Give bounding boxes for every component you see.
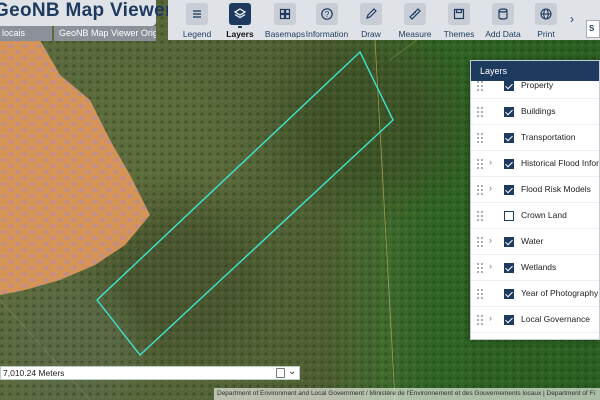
layer-name: Flood Risk Models	[521, 184, 591, 194]
layer-checkbox[interactable]	[504, 81, 514, 91]
grid-icon	[274, 3, 296, 25]
layer-checkbox[interactable]	[504, 237, 514, 247]
draw-label: Draw	[361, 29, 381, 39]
layer-name: Water	[521, 236, 544, 246]
layer-checkbox[interactable]	[504, 211, 514, 221]
drag-handle-icon[interactable]	[477, 315, 483, 325]
subtab-locais[interactable]: locais	[0, 26, 52, 41]
layers-button[interactable]: Layers	[215, 0, 265, 40]
information-button[interactable]: ? Information	[302, 0, 352, 40]
layer-row[interactable]: Buildings	[471, 99, 599, 125]
expand-chevron-icon[interactable]: ›	[489, 157, 492, 167]
expand-chevron-icon[interactable]: ›	[489, 261, 492, 271]
drag-handle-icon[interactable]	[477, 211, 483, 221]
pen-icon	[360, 3, 382, 25]
copy-icon[interactable]	[276, 368, 285, 378]
drag-handle-icon[interactable]	[477, 185, 483, 195]
title-bar: GeoNB Map Viewer	[0, 0, 172, 26]
measure-label: Measure	[398, 29, 432, 39]
ruler-icon	[404, 3, 426, 25]
question-icon: ?	[316, 3, 338, 25]
layer-checkbox[interactable]	[504, 159, 514, 169]
layer-name: Crown Land	[521, 210, 567, 220]
themes-button[interactable]: Themes	[434, 0, 484, 40]
drag-handle-icon[interactable]	[477, 107, 483, 117]
layer-row[interactable]: › Local Governance	[471, 307, 599, 333]
list-icon	[186, 3, 208, 25]
svg-text:?: ?	[325, 10, 330, 19]
main-toolbar: Legend Layers Basemaps ? Information Dra…	[168, 0, 600, 40]
layer-row[interactable]: › Wetlands	[471, 255, 599, 281]
layers-panel: Layers Property Buildings Transportation › H…	[470, 60, 600, 340]
layer-row[interactable]: › Water	[471, 229, 599, 255]
layer-checkbox[interactable]	[504, 185, 514, 195]
subtab-original-viewer[interactable]: GeoNB Map Viewer Original	[54, 26, 156, 41]
drag-handle-icon[interactable]	[477, 81, 483, 91]
layer-checkbox[interactable]	[504, 263, 514, 273]
database-icon	[492, 3, 514, 25]
layer-row[interactable]: Property	[471, 73, 599, 99]
layers-icon	[229, 3, 251, 25]
layer-name: Historical Flood Informa	[521, 158, 599, 168]
layer-checkbox[interactable]	[504, 133, 514, 143]
layer-name: Transportation	[521, 132, 576, 142]
print-button[interactable]: Print	[521, 0, 571, 40]
information-label: Information	[305, 29, 349, 39]
scale-bar: 7,010.24 Meters ⌄	[0, 366, 300, 380]
chevron-right-icon[interactable]: ›	[570, 12, 582, 26]
drag-handle-icon[interactable]	[477, 237, 483, 247]
layer-checkbox[interactable]	[504, 289, 514, 299]
layer-name: Local Governance	[521, 314, 590, 324]
draw-button[interactable]: Draw	[346, 0, 396, 40]
layer-row[interactable]: › Historical Flood Informa	[471, 151, 599, 177]
drag-handle-icon[interactable]	[477, 159, 483, 169]
layers-label: Layers	[226, 29, 254, 39]
layer-checkbox[interactable]	[504, 315, 514, 325]
layer-name: Year of Photography	[521, 288, 599, 298]
globe-icon	[535, 3, 557, 25]
layer-name: Property	[521, 80, 554, 90]
save-icon	[448, 3, 470, 25]
layer-name: Buildings	[521, 106, 556, 116]
layer-checkbox[interactable]	[504, 107, 514, 117]
chevron-down-icon[interactable]: ⌄	[288, 366, 296, 377]
drag-handle-icon[interactable]	[477, 133, 483, 143]
measure-button[interactable]: Measure	[390, 0, 440, 40]
scale-text: 7,010.24 Meters	[3, 368, 65, 378]
sub-tabs: locais GeoNB Map Viewer Original	[0, 26, 156, 41]
expand-chevron-icon[interactable]: ›	[489, 313, 492, 323]
layer-row[interactable]: Transportation	[471, 125, 599, 151]
themes-label: Themes	[443, 29, 475, 39]
app-title: GeoNB Map Viewer	[0, 0, 173, 21]
expand-chevron-icon[interactable]: ›	[489, 183, 492, 193]
layer-row[interactable]: Year of Photography	[471, 281, 599, 307]
layer-row[interactable]: › Flood Risk Models	[471, 177, 599, 203]
map-attribution: Department of Environment and Local Gove…	[214, 388, 600, 400]
drag-handle-icon[interactable]	[477, 263, 483, 273]
layer-list: Property Buildings Transportation › Historic…	[471, 73, 599, 333]
expand-chevron-icon[interactable]: ›	[489, 235, 492, 245]
layer-name: Wetlands	[521, 262, 557, 272]
layer-row[interactable]: Crown Land	[471, 203, 599, 229]
drag-handle-icon[interactable]	[477, 289, 483, 299]
active-indicator	[238, 26, 242, 28]
search-box[interactable]: S	[586, 20, 600, 38]
print-label: Print	[537, 29, 555, 39]
